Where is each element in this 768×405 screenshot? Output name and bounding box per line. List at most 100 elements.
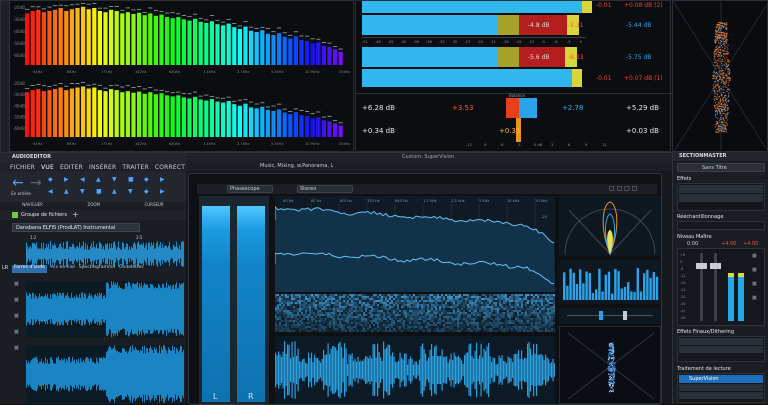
ribbon-tool-icon[interactable]: ▶ [160, 176, 165, 183]
spectrum-bar [75, 87, 80, 137]
ribbon-tool-icon[interactable]: ◆ [144, 176, 149, 183]
spectrum-bar [142, 15, 147, 65]
band-bar [607, 271, 611, 300]
freq-tick: 10.9kHz [305, 70, 320, 74]
level-tick: -33 [438, 40, 445, 44]
tab-wavelets[interactable]: Ondelettes [119, 265, 144, 273]
speaker-icon-2[interactable]: ■ [14, 329, 22, 335]
spectrum-bar [131, 92, 136, 137]
spectrum-bar [30, 11, 35, 65]
back-arrow-icon[interactable]: ← [12, 175, 24, 191]
speaker-icon[interactable]: ■ [14, 281, 22, 287]
spectrum-bar [181, 97, 186, 137]
tab-inserer[interactable]: INSÉRER [89, 164, 116, 171]
sv-db-tick: -20 [541, 215, 548, 219]
spectrum-bar [282, 36, 287, 65]
tab-traiter[interactable]: TRAITER [122, 164, 149, 171]
spectrum-bar [114, 11, 119, 65]
master-tick: -30 [680, 295, 686, 299]
spectrum-bar [64, 11, 69, 65]
spectrum-bar [288, 38, 293, 65]
spectrum-bar [92, 8, 97, 65]
sm-traitement: Traitement de lecture [677, 366, 731, 372]
band-bar [623, 286, 627, 300]
file-tab[interactable]: Dansbana ELFIS (ProdLAT) Instrumental [12, 223, 140, 232]
spectrum-bar [153, 15, 158, 66]
overview-waveform[interactable] [26, 241, 184, 267]
spectrum-bar [137, 91, 142, 137]
spectrum-bar [187, 20, 192, 66]
tab-waveform[interactable]: Forme d'onde [12, 265, 47, 273]
sv-bottom-scope [559, 326, 661, 404]
fader-l-knob[interactable] [696, 263, 707, 269]
spectrum-bar [109, 89, 114, 137]
spectrum-bar [249, 30, 254, 65]
solo-icon[interactable]: ■ [14, 297, 22, 303]
freq-tick: 171Hz [101, 70, 113, 74]
tab-rainbow[interactable]: Arc-en-ciel [51, 265, 75, 273]
tab-correct[interactable]: CORRECT [155, 164, 185, 171]
tab-editer[interactable]: ÉDITER [60, 164, 83, 171]
spectrum-bar [237, 105, 242, 137]
ribbon-tool-icon[interactable]: ▼ [80, 188, 85, 195]
preset-select[interactable]: Sans Titre [677, 163, 765, 172]
ribbon-tool-icon[interactable]: ▶ [160, 188, 165, 195]
file-tab-label: Dansbana ELFIS (ProdLAT) Instrumental [16, 225, 116, 231]
spectrum-bar [36, 9, 41, 66]
sv-correlation [559, 308, 661, 324]
solo-icon-2[interactable]: ■ [14, 345, 22, 351]
spectrum-bar [120, 92, 125, 137]
ribbon-tool-icon[interactable]: ▲ [64, 188, 69, 195]
spectrum-bar [198, 21, 203, 65]
view-tabs: LR Forme d'onde Arc-en-ciel Spectrogramm… [2, 265, 184, 273]
freq-tick: 86Hz [67, 142, 76, 146]
spectrum-bar [338, 51, 343, 65]
ribbon-tool-icon[interactable]: ▼ [112, 176, 117, 183]
waveform-track-left[interactable] [26, 281, 184, 337]
file-group-label[interactable]: Groupe de fichiers [21, 212, 67, 218]
sm-resampling: Rééchantillonnage [677, 214, 724, 220]
vertical-sidebar-strip [1, 1, 10, 153]
ribbon-tool-icon[interactable]: ▲ [112, 188, 117, 195]
ribbon-tool-icon[interactable]: ◀ [48, 188, 53, 195]
spectrum-bar [215, 24, 220, 65]
sv-tool-icons[interactable]: □ □ □ □ [609, 185, 637, 192]
final-effects-slots[interactable] [677, 336, 765, 362]
ribbon-tool-icon[interactable]: ■ [96, 188, 102, 195]
tab-fichier[interactable]: FICHIER [10, 164, 35, 171]
ribbon-tool-icon[interactable]: ◆ [144, 188, 149, 195]
ribbon-icons: ◆ ▶ ◀ ▲ ▼ ■ ◆ ▶ ◀ ▲ ▼ ■ ▲ ▼ ◆ ▶ [48, 176, 184, 202]
spectrum-bar [176, 95, 181, 137]
spectrum-bar [148, 92, 153, 137]
freq-tick: 684Hz [169, 142, 181, 146]
tab-spectrogram[interactable]: Spectrogramme [79, 265, 115, 273]
row2-left: +0.34 dB [362, 127, 395, 135]
band-bar [601, 291, 604, 300]
sv-top-tabs[interactable]: Music, Mixing, w.Panorama, L [260, 163, 333, 169]
waveform-track-right[interactable] [26, 345, 184, 403]
band-bar [572, 272, 575, 300]
spectrum-bar [69, 9, 74, 65]
ribbon: ← → En arrière ◆ ▶ ◀ ▲ ▼ ■ ◆ ▶ ◀ ▲ ▼ ■ ▲ ▼ ◆ ▶ NAVIGUER… [0, 172, 186, 208]
balance-scale: -12 -9 -6 -3 0 dB 3 6 9 12 [466, 143, 616, 151]
ribbon-tool-icon[interactable]: ▲ [96, 176, 101, 183]
master-meter-r [738, 277, 744, 321]
effects-slots[interactable] [677, 183, 765, 211]
band-bar [604, 274, 607, 300]
ribbon-tool-icon[interactable]: ◆ [48, 176, 53, 183]
tab-vue[interactable]: VUE [41, 164, 54, 171]
forward-arrow-icon[interactable]: → [30, 175, 42, 191]
ribbon-tool-icon[interactable]: ■ [128, 176, 134, 183]
add-group-icon[interactable]: + [72, 210, 79, 219]
balance-tick: 6 [568, 143, 571, 147]
ribbon-tool-icon[interactable]: ▶ [64, 176, 69, 183]
ribbon-tool-icon[interactable]: ▼ [128, 188, 133, 195]
mute-icon[interactable]: ■ [14, 313, 22, 319]
module-a-select[interactable]: Phasescope [227, 185, 273, 193]
module-b-select[interactable]: Stereo [297, 185, 353, 193]
playback-slots: SuperVision [677, 373, 765, 403]
supervision-slot[interactable]: SuperVision [679, 375, 763, 383]
fader-r-knob[interactable] [710, 263, 721, 269]
ribbon-tool-icon[interactable]: ◀ [80, 176, 85, 183]
freq-tick: 2.7kHz [237, 142, 249, 146]
